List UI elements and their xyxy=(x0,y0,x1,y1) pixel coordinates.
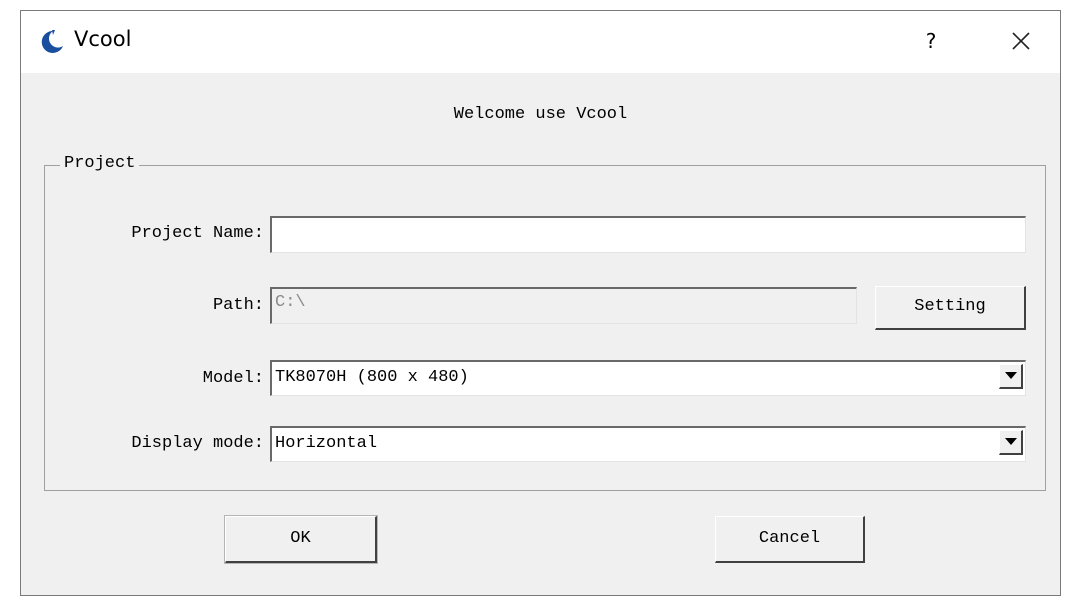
setting-button[interactable]: Setting xyxy=(875,286,1026,330)
model-label: Model: xyxy=(202,369,264,388)
path-label: Path: xyxy=(212,296,264,315)
display-mode-select[interactable]: Horizontal xyxy=(270,426,1026,462)
close-icon xyxy=(1012,32,1030,50)
model-dropdown-button[interactable] xyxy=(999,364,1023,389)
vcool-dialog: Vcool ? Welcome use Vcool Project Projec… xyxy=(20,10,1061,596)
model-select[interactable]: TK8070H (800 x 480) xyxy=(270,360,1026,396)
project-name-input[interactable] xyxy=(270,216,1026,253)
help-button[interactable]: ? xyxy=(916,25,946,57)
chevron-down-icon xyxy=(1005,438,1017,445)
display-mode-dropdown-button[interactable] xyxy=(999,430,1023,455)
project-name-label: Project Name: xyxy=(131,224,264,243)
project-group-legend: Project xyxy=(60,154,140,173)
title-bar: Vcool ? xyxy=(21,11,1060,73)
path-field: C:\ xyxy=(270,287,857,324)
close-button[interactable] xyxy=(1001,23,1041,59)
cancel-button[interactable]: Cancel xyxy=(715,516,865,563)
window-title: Vcool xyxy=(74,27,132,51)
vcool-logo-icon xyxy=(41,30,63,53)
display-mode-label: Display mode: xyxy=(131,434,264,453)
welcome-message: Welcome use Vcool xyxy=(453,105,628,124)
model-select-value: TK8070H (800 x 480) xyxy=(275,368,469,387)
chevron-down-icon xyxy=(1005,372,1017,379)
display-mode-select-value: Horizontal xyxy=(275,434,378,453)
project-group: Project Project Name: Path: C:\ Setting … xyxy=(44,154,1046,491)
ok-button[interactable]: OK xyxy=(224,515,378,564)
